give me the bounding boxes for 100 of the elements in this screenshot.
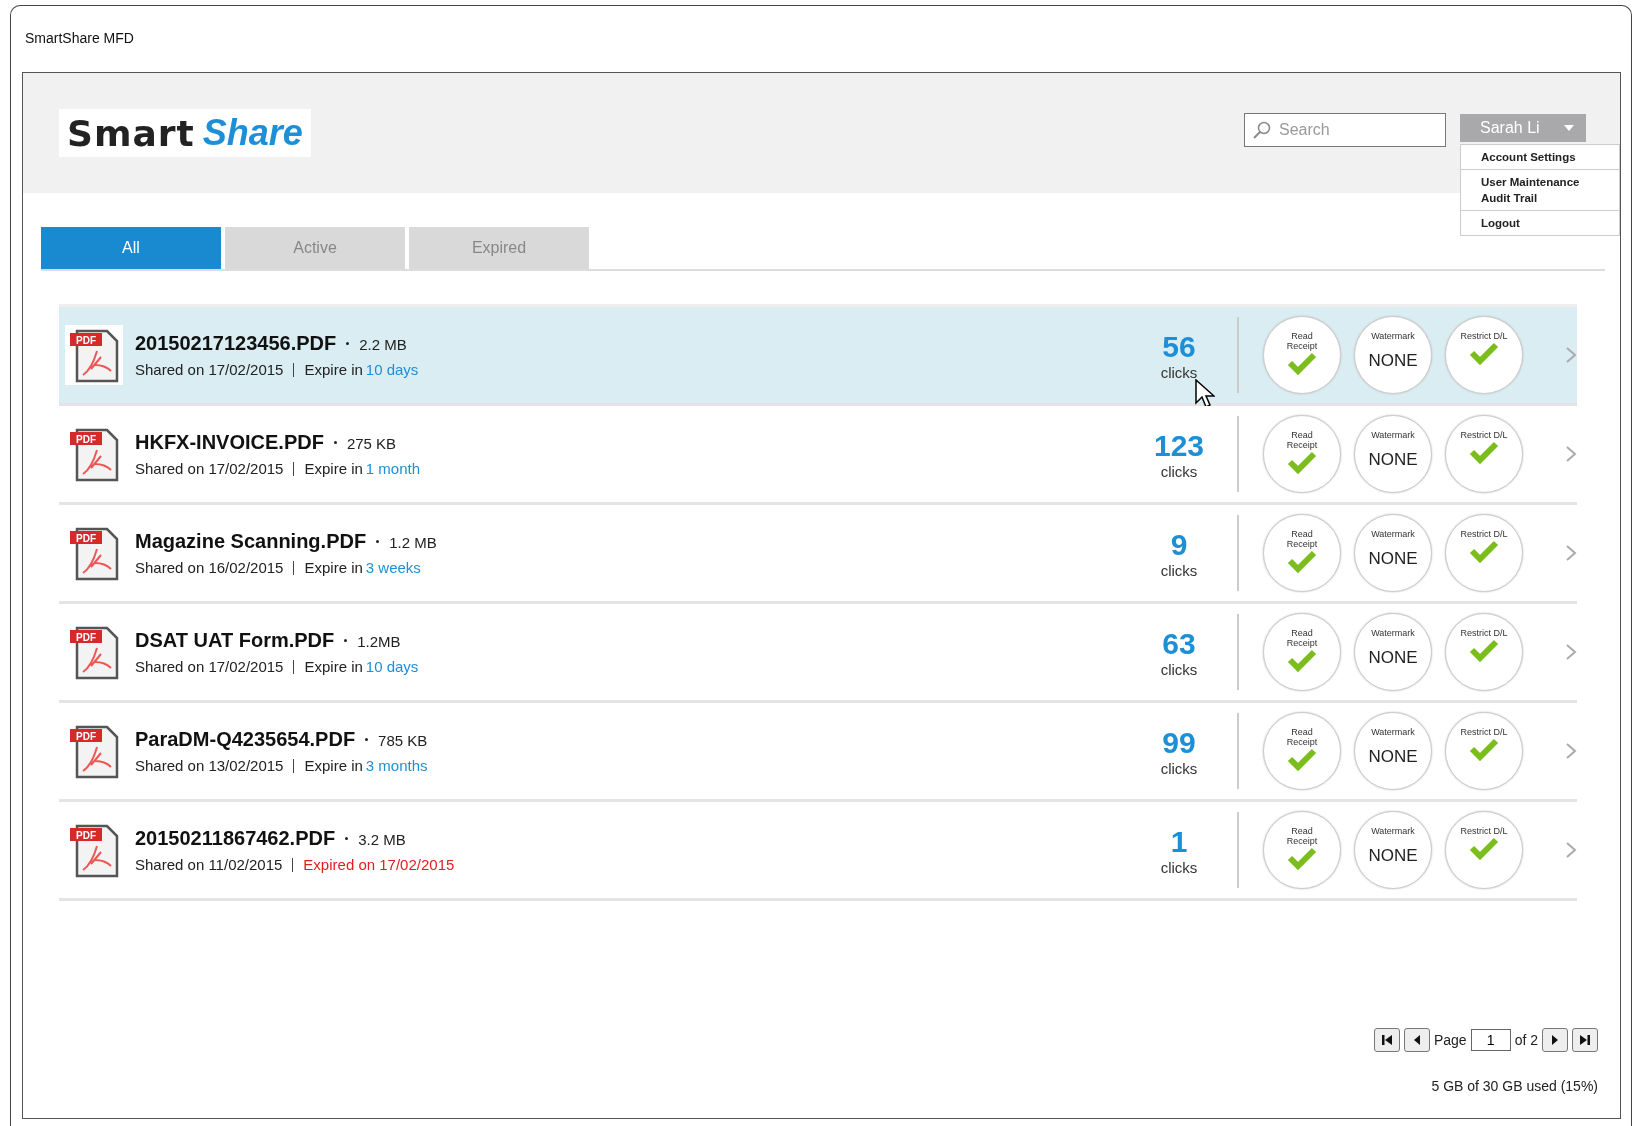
check-icon bbox=[1287, 747, 1317, 771]
previous-page-button[interactable] bbox=[1403, 1028, 1430, 1052]
option-value: NONE bbox=[1368, 549, 1418, 569]
chevron-right-icon[interactable] bbox=[1565, 643, 1577, 661]
window-title: SmartShare MFD bbox=[24, 29, 135, 48]
file-name: HKFX-INVOICE.PDF bbox=[135, 431, 324, 454]
pdf-file-icon: PDF bbox=[65, 325, 123, 385]
option-badge[interactable]: Restrict D/L bbox=[1445, 613, 1523, 691]
separator-dot bbox=[333, 441, 337, 444]
separator-dot bbox=[365, 738, 369, 741]
expiry-value: 3 weeks bbox=[365, 559, 421, 576]
menu-item[interactable]: Logout bbox=[1461, 215, 1619, 231]
check-icon bbox=[1469, 440, 1499, 464]
expiry-label: Expire in bbox=[304, 460, 363, 477]
option-label: Read Receipt bbox=[1285, 529, 1319, 549]
separator-line bbox=[292, 857, 294, 872]
skip-forward-icon bbox=[1579, 1034, 1591, 1046]
logo-text: Smart bbox=[67, 112, 195, 154]
option-badge[interactable]: Read Receipt bbox=[1263, 712, 1341, 790]
option-label: Read Receipt bbox=[1285, 331, 1319, 351]
separator-dot bbox=[345, 837, 349, 840]
menu-item[interactable]: Audit Trail bbox=[1461, 190, 1619, 206]
clicks-label: clicks bbox=[1160, 462, 1198, 480]
file-row[interactable]: PDF 20150217123456.PDF 2.2 MB Shared on 17/02/2015 Expire in 10 days 56 clicks Read Receipt Watermark NONE Restrict D/L bbox=[59, 307, 1577, 406]
option-badge[interactable]: Read Receipt bbox=[1263, 316, 1341, 394]
option-label: Watermark bbox=[1370, 331, 1416, 341]
storage-usage: 5 GB of 30 GB used (15%) bbox=[1431, 1078, 1598, 1094]
clicks-label: clicks bbox=[1160, 858, 1198, 876]
option-badge[interactable]: Read Receipt bbox=[1263, 415, 1341, 493]
chevron-right-icon[interactable] bbox=[1565, 742, 1577, 760]
option-label: Watermark bbox=[1370, 826, 1416, 836]
check-icon bbox=[1469, 638, 1499, 662]
separator-dot bbox=[346, 342, 350, 345]
menu-item[interactable]: Account Settings bbox=[1461, 149, 1619, 165]
file-name: 20150211867462.PDF bbox=[135, 827, 336, 850]
file-size: 1.2 MB bbox=[389, 534, 437, 551]
file-size: 275 KB bbox=[346, 435, 397, 452]
mouse-cursor-icon bbox=[1195, 379, 1215, 409]
option-badge[interactable]: Watermark NONE bbox=[1354, 811, 1432, 889]
option-badge[interactable]: Restrict D/L bbox=[1445, 415, 1523, 493]
page-total: of 2 bbox=[1514, 1032, 1538, 1048]
chevron-right-icon[interactable] bbox=[1565, 841, 1577, 859]
option-badge[interactable]: Restrict D/L bbox=[1445, 514, 1523, 592]
option-badge[interactable]: Restrict D/L bbox=[1445, 811, 1523, 889]
separator-dot bbox=[376, 540, 380, 543]
shared-date: Shared on 16/02/2015 bbox=[135, 559, 284, 576]
option-value: NONE bbox=[1368, 351, 1418, 371]
expiry-label: Expire in bbox=[304, 658, 363, 675]
file-row[interactable]: PDF HKFX-INVOICE.PDF 275 KB Shared on 17/02/2015 Expire in 1 month 123 clicks Read Receipt Watermark NONE Restrict D/L bbox=[59, 406, 1577, 505]
check-icon bbox=[1287, 549, 1317, 573]
expiry-value: Expired on 17/02/2015 bbox=[303, 856, 455, 873]
option-label: Read Receipt bbox=[1285, 727, 1319, 747]
check-icon bbox=[1287, 648, 1317, 672]
separator-dot bbox=[344, 639, 348, 642]
click-count: 56 bbox=[1162, 329, 1196, 364]
option-badge[interactable]: Watermark NONE bbox=[1354, 613, 1432, 691]
click-count: 9 bbox=[1170, 527, 1188, 562]
filter-tab[interactable]: All bbox=[41, 227, 221, 269]
separator-line bbox=[293, 560, 295, 575]
chevron-right-icon[interactable] bbox=[1565, 346, 1577, 364]
option-value: NONE bbox=[1368, 450, 1418, 470]
option-label: Watermark bbox=[1370, 628, 1416, 638]
clicks-label: clicks bbox=[1160, 660, 1198, 678]
chevron-right-icon[interactable] bbox=[1565, 544, 1577, 562]
clicks-label: clicks bbox=[1160, 363, 1198, 381]
file-size: 3.2 MB bbox=[358, 831, 406, 848]
shared-date: Shared on 11/02/2015 bbox=[135, 856, 283, 873]
check-icon bbox=[1469, 737, 1499, 761]
option-badge[interactable]: Watermark NONE bbox=[1354, 712, 1432, 790]
option-badge[interactable]: Watermark NONE bbox=[1354, 514, 1432, 592]
option-badge[interactable]: Read Receipt bbox=[1263, 613, 1341, 691]
menu-item[interactable]: User Maintenance bbox=[1461, 174, 1619, 190]
option-badge[interactable]: Restrict D/L bbox=[1445, 316, 1523, 394]
last-page-button[interactable] bbox=[1572, 1028, 1598, 1052]
check-icon bbox=[1469, 341, 1499, 365]
page-number-field[interactable]: 1 bbox=[1470, 1029, 1511, 1051]
file-size: 2.2 MB bbox=[359, 336, 407, 353]
check-icon bbox=[1287, 450, 1317, 474]
option-badge[interactable]: Watermark NONE bbox=[1354, 316, 1432, 394]
expiry-label: Expire in bbox=[304, 361, 363, 378]
option-label: Restrict D/L bbox=[1459, 430, 1509, 440]
option-badge[interactable]: Read Receipt bbox=[1263, 811, 1341, 889]
option-label: Read Receipt bbox=[1285, 826, 1319, 846]
next-page-button[interactable] bbox=[1542, 1028, 1568, 1052]
separator-line bbox=[293, 362, 295, 377]
option-badge[interactable]: Restrict D/L bbox=[1445, 712, 1523, 790]
separator-line bbox=[293, 461, 295, 476]
first-page-button[interactable] bbox=[1373, 1028, 1400, 1052]
option-badge[interactable]: Watermark NONE bbox=[1354, 415, 1432, 493]
option-label: Read Receipt bbox=[1285, 430, 1319, 450]
option-label: Read Receipt bbox=[1285, 628, 1319, 648]
file-size: 1.2MB bbox=[357, 633, 401, 650]
expiry-value: 10 days bbox=[365, 361, 419, 378]
search-field[interactable]: Search bbox=[1244, 113, 1446, 147]
option-label: Restrict D/L bbox=[1459, 628, 1509, 638]
option-label: Restrict D/L bbox=[1459, 727, 1509, 737]
triangle-right-icon bbox=[1550, 1034, 1560, 1046]
chevron-right-icon[interactable] bbox=[1565, 445, 1577, 463]
option-badge[interactable]: Read Receipt bbox=[1263, 514, 1341, 592]
shared-date: Shared on 17/02/2015 bbox=[135, 460, 284, 477]
